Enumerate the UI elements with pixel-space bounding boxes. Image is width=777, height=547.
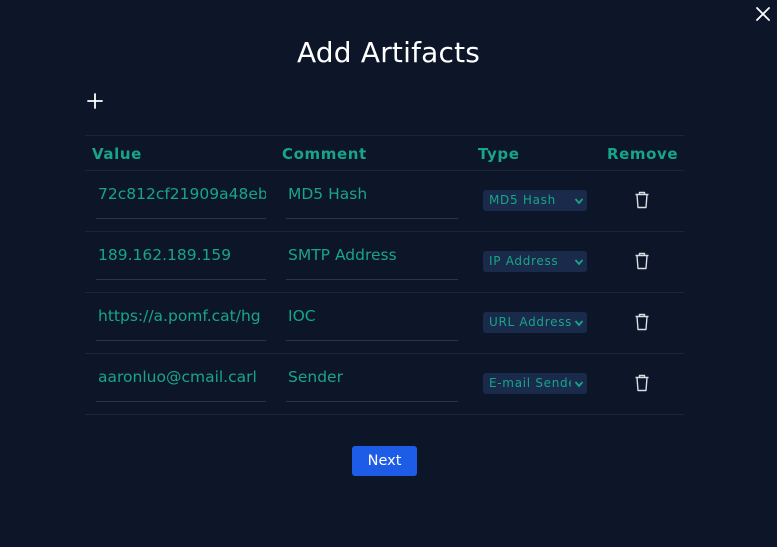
header-comment: Comment — [282, 145, 367, 163]
header-value: Value — [92, 145, 142, 163]
table-row: 189.162.189.159 SMTP Address IP Address — [85, 232, 684, 293]
trash-icon[interactable] — [634, 313, 650, 331]
value-input[interactable]: https://a.pomf.cat/hg — [96, 293, 266, 341]
artifacts-table: Value Comment Type Remove 72c812cf21909a… — [85, 135, 684, 415]
trash-icon[interactable] — [634, 191, 650, 209]
dialog-title: Add Artifacts — [296, 36, 481, 69]
comment-input[interactable]: Sender — [286, 354, 458, 402]
table-row: 72c812cf21909a48eb9 MD5 Hash MD5 Hash — [85, 171, 684, 232]
chevron-down-icon — [574, 198, 584, 205]
add-artifacts-dialog: Add Artifacts Value Comment Type Remove … — [0, 0, 777, 547]
table-row: https://a.pomf.cat/hg IOC URL Address — [85, 293, 684, 354]
close-icon[interactable] — [753, 4, 773, 24]
value-input[interactable]: 72c812cf21909a48eb9 — [96, 171, 266, 219]
comment-input[interactable]: IOC — [286, 293, 458, 341]
comment-input[interactable]: SMTP Address — [286, 232, 458, 280]
header-remove: Remove — [607, 145, 679, 163]
type-select-value: IP Address — [489, 254, 559, 268]
table-header: Value Comment Type Remove — [85, 135, 684, 171]
header-type: Type — [478, 145, 520, 163]
type-select[interactable]: IP Address — [483, 251, 587, 272]
type-select[interactable]: E-mail Sender — [483, 373, 587, 394]
chevron-down-icon — [574, 381, 584, 388]
trash-icon[interactable] — [634, 374, 650, 392]
chevron-down-icon — [574, 259, 584, 266]
value-input[interactable]: aaronluo@cmail.carl — [96, 354, 266, 402]
comment-input[interactable]: MD5 Hash — [286, 171, 458, 219]
type-select-value: URL Address — [489, 315, 571, 329]
type-select-value: MD5 Hash — [489, 193, 556, 207]
plus-icon[interactable] — [86, 92, 104, 110]
type-select-value: E-mail Sender — [489, 376, 571, 390]
chevron-down-icon — [574, 320, 584, 327]
value-input[interactable]: 189.162.189.159 — [96, 232, 266, 280]
trash-icon[interactable] — [634, 252, 650, 270]
type-select[interactable]: URL Address — [483, 312, 587, 333]
next-button[interactable]: Next — [352, 446, 417, 476]
type-select[interactable]: MD5 Hash — [483, 190, 587, 211]
table-row: aaronluo@cmail.carl Sender E-mail Sender — [85, 354, 684, 415]
